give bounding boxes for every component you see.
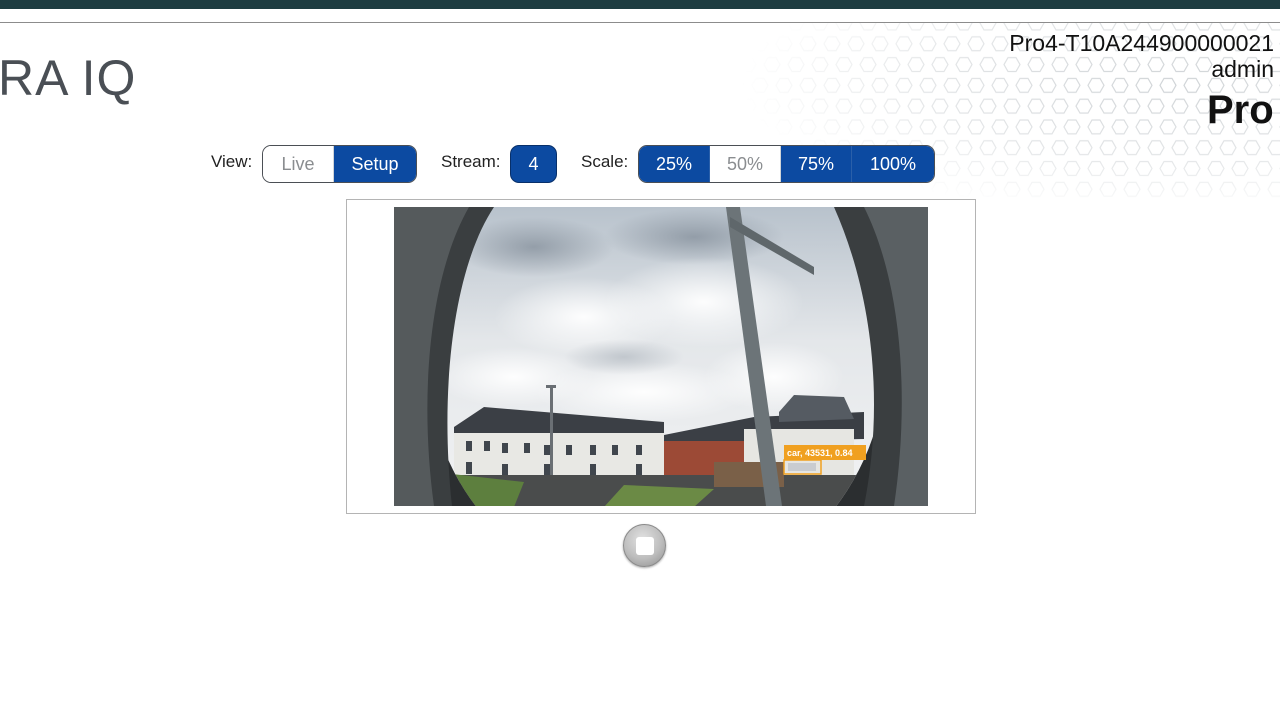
stream-selector-button[interactable]: 4 bbox=[510, 145, 557, 183]
scale-100-button[interactable]: 100% bbox=[852, 146, 934, 182]
scale-label: Scale: bbox=[581, 152, 629, 171]
detection-label: car, 43531, 0.84 bbox=[787, 448, 853, 458]
scale-25-button[interactable]: 25% bbox=[639, 146, 710, 182]
scale-toggle: 25% 50% 75% 100% bbox=[638, 145, 935, 183]
device-id: Pro4-T10A244900000021 bbox=[1009, 30, 1274, 56]
stop-button[interactable] bbox=[623, 524, 666, 567]
product-logo-text: RA IQ bbox=[0, 50, 137, 106]
camera-live-view[interactable]: car, 43531, 0.84 bbox=[394, 207, 928, 506]
stop-icon bbox=[635, 536, 654, 555]
brand-logo-text: Pro bbox=[1207, 88, 1274, 132]
view-label: View: bbox=[211, 152, 253, 171]
top-bar bbox=[0, 0, 1280, 9]
stream-label: Stream: bbox=[441, 152, 501, 171]
view-live-button[interactable]: Live bbox=[263, 146, 334, 182]
view-setup-button[interactable]: Setup bbox=[334, 146, 416, 182]
view-toggle: Live Setup bbox=[262, 145, 417, 183]
scale-50-button[interactable]: 50% bbox=[710, 146, 781, 182]
scale-75-button[interactable]: 75% bbox=[781, 146, 852, 182]
logged-in-user: admin bbox=[1211, 56, 1274, 82]
